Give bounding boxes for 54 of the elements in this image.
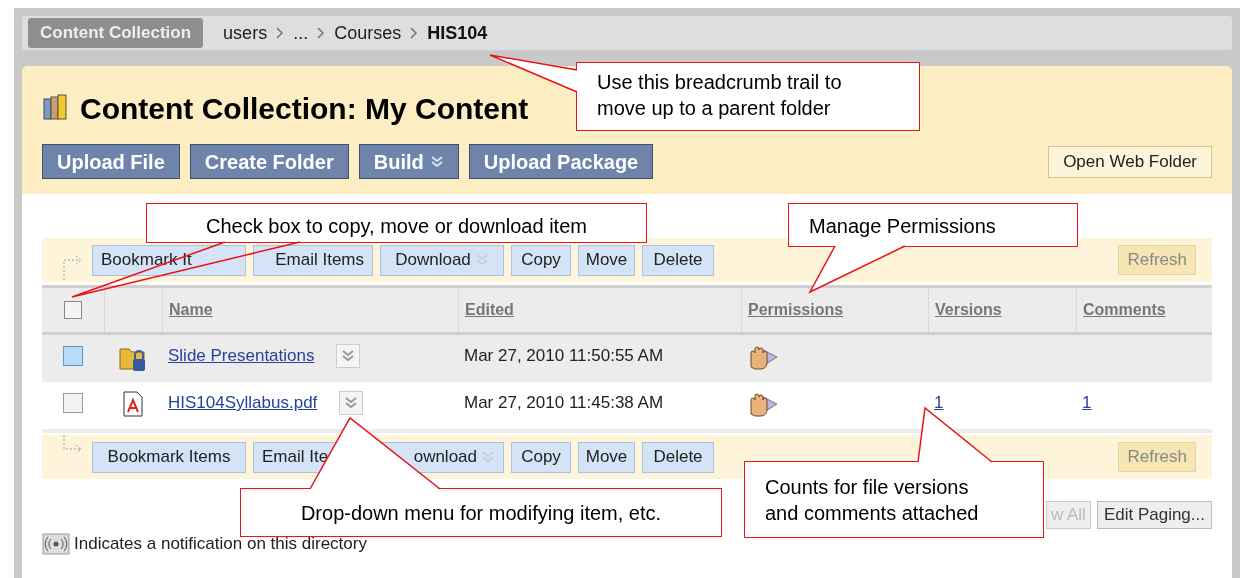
- item-name-link[interactable]: HIS104Syllabus.pdf: [168, 390, 318, 416]
- header-button[interactable]: Build: [358, 144, 459, 179]
- column-header[interactable]: Name: [169, 298, 213, 322]
- comments-link[interactable]: 1: [1082, 393, 1092, 412]
- double-chevron-icon: [429, 154, 444, 169]
- toolbar-button[interactable]: Bookmark It: [92, 244, 246, 276]
- breadcrumb-item[interactable]: ...: [293, 19, 309, 47]
- double-chevron-icon: [474, 253, 489, 267]
- column-header[interactable]: Edited: [465, 298, 514, 322]
- double-chevron-icon: [344, 395, 359, 410]
- item-menu-button[interactable]: [339, 390, 364, 415]
- page-title: Content Collection: My Content: [80, 90, 529, 127]
- item-name-link[interactable]: Slide Presentations: [168, 343, 315, 369]
- toolbar-button[interactable]: Email Items: [253, 244, 373, 276]
- notification-icon: [42, 532, 70, 555]
- double-chevron-icon: [481, 450, 495, 464]
- toolbar-button[interactable]: Move: [578, 244, 635, 276]
- connector-arrow-icon: [62, 435, 84, 455]
- column-header[interactable]: Permissions: [748, 298, 844, 322]
- header-button[interactable]: Upload File: [42, 144, 180, 179]
- select-all-checkbox[interactable]: [64, 301, 82, 319]
- callout-box: Use this breadcrumb trail to move up to a parent folder: [576, 62, 920, 131]
- pdf-file-icon: [121, 390, 145, 418]
- toolbar-button[interactable]: Copy: [511, 441, 571, 473]
- row-checkbox[interactable]: [63, 393, 83, 413]
- chevron-right-icon: [276, 27, 285, 39]
- row-checkbox[interactable]: [63, 346, 83, 366]
- callout-box: Check box to copy, move or download item: [146, 203, 647, 243]
- toolbar-button[interactable]: Copy: [511, 244, 571, 276]
- edited-date: Mar 27, 2010 11:45:38 AM: [463, 392, 665, 414]
- chevron-right-icon: [410, 27, 419, 39]
- books-icon: [42, 93, 68, 123]
- header-button[interactable]: Upload Package: [468, 144, 654, 179]
- toolbar-button[interactable]: Delete: [642, 244, 714, 276]
- hand-permissions-icon: [747, 343, 779, 371]
- breadcrumb-item[interactable]: users: [223, 19, 268, 47]
- column-header[interactable]: Comments: [1083, 298, 1166, 322]
- edited-date: Mar 27, 2010 11:50:55 AM: [463, 345, 665, 367]
- hand-permissions-icon: [747, 390, 779, 418]
- header-button[interactable]: Create Folder: [189, 144, 349, 179]
- toolbar-button[interactable]: Delete: [642, 441, 714, 473]
- versions-link[interactable]: 1: [934, 393, 944, 412]
- table-row[interactable]: Slide Presentations Mar 27, 2010 11:50:55 AM: [42, 335, 1212, 382]
- item-menu-button[interactable]: [336, 343, 361, 368]
- toolbar-button[interactable]: Download: [380, 244, 504, 276]
- toolbar-button[interactable]: Bookmark Items: [92, 441, 246, 473]
- double-chevron-icon: [341, 348, 356, 363]
- edit-paging-button[interactable]: Edit Paging...: [1096, 501, 1212, 529]
- chevron-right-icon: [317, 27, 326, 39]
- breadcrumb-item[interactable]: Courses: [334, 19, 402, 47]
- breadcrumb-item: HIS104: [427, 21, 488, 45]
- column-header[interactable]: Versions: [935, 298, 1002, 322]
- open-web-folder-button[interactable]: Open Web Folder: [1048, 145, 1212, 178]
- toolbar-button[interactable]: Move: [578, 441, 635, 473]
